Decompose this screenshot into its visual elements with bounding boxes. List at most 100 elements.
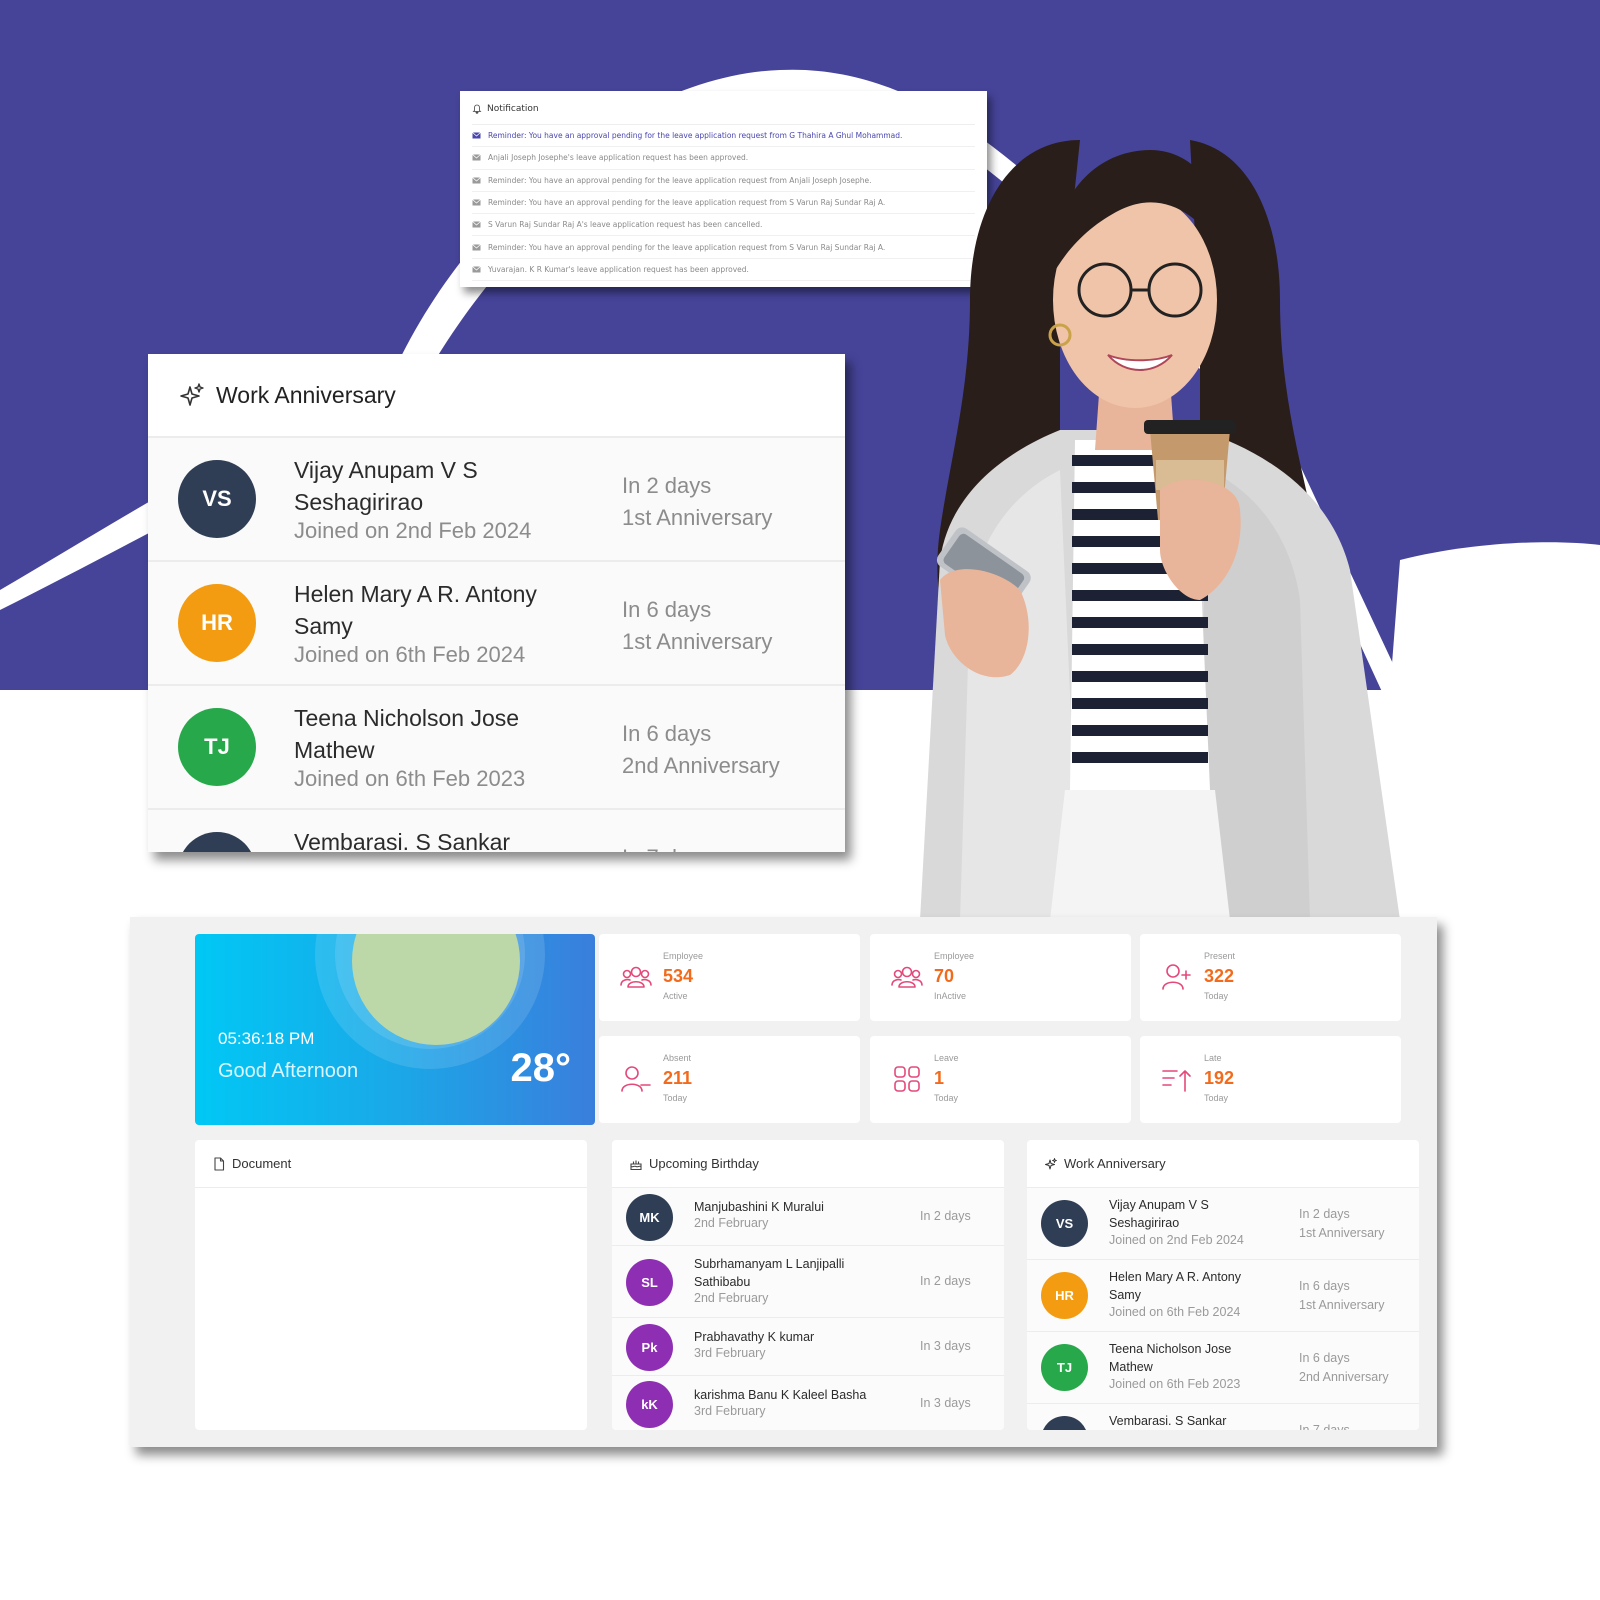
woman-photo [920, 140, 1400, 920]
cake-icon [630, 1160, 642, 1170]
birthday-date: 3rd February [694, 1404, 766, 1418]
birthday-row[interactable]: Pk Prabhavathy K kumar 3rd February In 3 da… [612, 1318, 1004, 1376]
mail-icon [472, 132, 481, 139]
anniversary-row[interactable]: HR Helen Mary A R. Antony Samy Joined on 6… [148, 562, 845, 686]
avatar [1041, 1416, 1088, 1430]
birthday-header: Upcoming Birthday [612, 1140, 1004, 1188]
birthday-date: 2nd February [694, 1291, 769, 1305]
avatar [178, 832, 256, 852]
anniversary-label: 2nd Anniversary [1299, 1370, 1389, 1384]
anniversary-timing: In 2 days 1st Anniversary [622, 470, 772, 534]
user-minus-icon [621, 1066, 651, 1092]
stat-value: 192 [1204, 1068, 1235, 1088]
stat-card[interactable]: Employee 534 Active [599, 934, 860, 1021]
users-icon [891, 966, 923, 988]
days-until: In 3 days [920, 1396, 971, 1410]
birthday-name: Prabhavathy K kumar [694, 1330, 815, 1344]
stat-card[interactable]: Leave 1 Today [870, 1036, 1131, 1123]
avatar: SL [626, 1258, 673, 1306]
stat-subtitle: Today [934, 1093, 959, 1103]
notification-title: Notification [487, 103, 539, 114]
avatar: VS [1041, 1200, 1088, 1247]
birthday-date: 2nd February [694, 1216, 769, 1230]
birthday-date: 3rd February [694, 1346, 766, 1360]
users-icon [620, 966, 652, 988]
user-plus-icon [1162, 964, 1191, 990]
days-until: In 7 days [1299, 1423, 1350, 1430]
anniversary-label: 1st Anniversary [622, 505, 773, 530]
birthday-row[interactable]: SL Subrhamanyam L Lanjipalli Sathibabu 2nd… [612, 1246, 1004, 1318]
anniversary-row[interactable]: TJ Teena Nicholson Jose Mathew Joined on 6… [1027, 1332, 1419, 1404]
stat-value: 70 [934, 966, 955, 986]
days-until: In 2 days [920, 1209, 971, 1223]
anniversary-row[interactable]: TJ Teena Nicholson Jose Mathew Joined on 6… [148, 686, 845, 810]
avatar: kK [626, 1380, 673, 1428]
days-until: In 6 days [622, 721, 712, 746]
days-until: In 7 days [622, 842, 711, 852]
employee-name: Vembarasi. S Sankar [294, 829, 511, 852]
stat-card[interactable]: Absent 211 Today [599, 1036, 860, 1123]
anniversary-label: 2nd Anniversary [622, 753, 780, 778]
notification-text: Yuvarajan. K R Kumar's leave application… [488, 264, 749, 274]
employee-name: Vijay Anupam V S Seshagirirao [294, 457, 478, 515]
stat-value: 211 [663, 1068, 693, 1088]
birthday-panel: Upcoming Birthday MK Manjubashini K Mural… [612, 1140, 1004, 1430]
temperature: 28° [510, 1046, 572, 1090]
anniversary-row[interactable]: Vembarasi. S Sankar In 7 days [1027, 1404, 1419, 1430]
birthday-name: Subrhamanyam L Lanjipalli Sathibabu [694, 1257, 845, 1289]
work-anniversary-card-large: Work Anniversary VS Vijay Anupam V S Sesh… [148, 354, 845, 852]
document-header: Document [195, 1140, 587, 1188]
anniversary-row[interactable]: Vembarasi. S Sankar In 7 days [148, 810, 845, 852]
birthday-name: Manjubashini K Muralui [694, 1200, 824, 1214]
anniversary-label: 1st Anniversary [1299, 1226, 1385, 1240]
notification-text: Reminder: You have an approval pending f… [488, 198, 886, 208]
greeting-text: Good Afternoon [218, 1060, 359, 1082]
mail-icon [472, 176, 481, 184]
days-until: In 2 days [1299, 1207, 1350, 1221]
stat-card[interactable]: Late 192 Today [1140, 1036, 1401, 1123]
avatar: HR [178, 584, 256, 662]
stat-card[interactable]: Employee 70 InActive [870, 934, 1131, 1021]
joined-date: Joined on 2nd Feb 2024 [294, 518, 532, 543]
anniversary-row[interactable]: HR Helen Mary A R. Antony Samy Joined on 6… [1027, 1260, 1419, 1332]
dashboard-screenshot: 05:36:18 PM Good Afternoon 28° Employee 5… [130, 917, 1437, 1447]
stat-caption: Employee [663, 951, 704, 961]
clock-time: 05:36:18 PM [218, 1029, 315, 1048]
mail-icon [472, 199, 481, 206]
joined-date: Joined on 6th Feb 2023 [1109, 1377, 1241, 1391]
anniversary-timing: In 7 days [622, 842, 711, 852]
stat-caption: Late [1204, 1053, 1222, 1063]
anniversary-timing: In 6 days 2nd Anniversary [622, 718, 780, 782]
avatar: TJ [178, 708, 256, 786]
notification-header: Notification [472, 101, 975, 125]
notification-text: Reminder: You have an approval pending f… [488, 175, 872, 185]
stat-value: 1 [934, 1068, 945, 1088]
days-until: In 6 days [622, 597, 712, 622]
avatar: Pk [626, 1323, 673, 1371]
anniversary-row[interactable]: VS Vijay Anupam V S Seshagirirao Joined on… [1027, 1188, 1419, 1260]
mail-icon [472, 154, 481, 161]
sort-up-icon [1162, 1070, 1191, 1092]
employee-name: Helen Mary A R. Antony Samy [294, 581, 537, 639]
stat-card[interactable]: Present 322 Today [1140, 934, 1401, 1021]
stat-subtitle: Active [663, 991, 688, 1001]
work-anniversary-header: Work Anniversary [148, 354, 845, 438]
grid-icon [894, 1066, 920, 1092]
anniversary-row[interactable]: VS Vijay Anupam V S Seshagirirao Joined on… [148, 438, 845, 562]
stat-value: 534 [663, 966, 694, 986]
birthday-name: karishma Banu K Kaleel Basha [694, 1388, 867, 1402]
birthday-row[interactable]: MK Manjubashini K Muralui 2nd February In 2… [612, 1188, 1004, 1246]
birthday-row[interactable]: kK karishma Banu K Kaleel Basha 3rd Februa… [612, 1376, 1004, 1430]
anniversary-timing: In 6 days 2nd Anniversary [1299, 1349, 1389, 1387]
stat-caption: Present [1204, 951, 1236, 961]
sparkle-icon [1045, 1157, 1057, 1169]
anniversary-timing: In 2 days 1st Anniversary [1299, 1205, 1384, 1243]
stat-subtitle: InActive [934, 991, 967, 1001]
employee-name: Helen Mary A R. Antony Samy [1109, 1270, 1242, 1302]
employee-name: Teena Nicholson Jose Mathew [1109, 1342, 1232, 1374]
joined-date: Joined on 6th Feb 2024 [294, 642, 526, 667]
joined-date: Joined on 2nd Feb 2024 [1109, 1233, 1244, 1247]
work-anniversary-list: VS Vijay Anupam V S Seshagirirao Joined on… [148, 438, 845, 852]
sparkle-icon [180, 383, 204, 406]
birthday-list: MK Manjubashini K Muralui 2nd February In 2… [612, 1188, 1004, 1430]
